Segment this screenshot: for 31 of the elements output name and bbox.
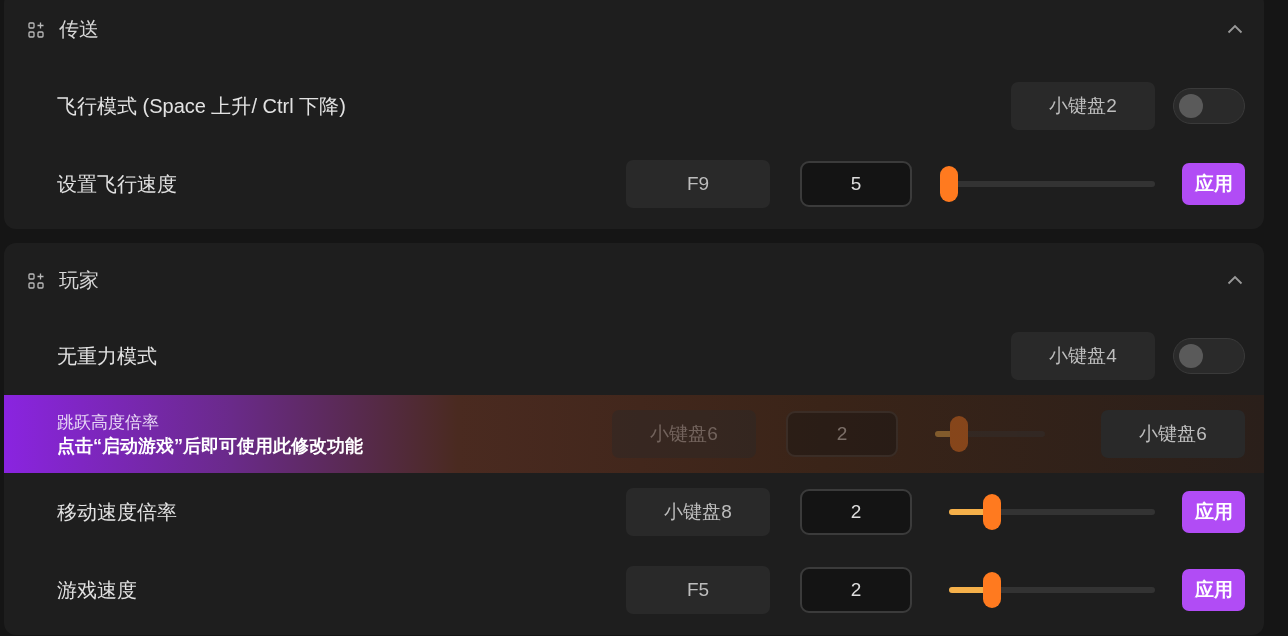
hotkey-button[interactable]: 小键盘2 bbox=[1011, 82, 1155, 130]
apply-button[interactable]: 应用 bbox=[1182, 491, 1245, 533]
value-field[interactable]: 2 bbox=[800, 567, 912, 613]
setting-label: 飞行模式 (Space 上升/ Ctrl 下降) bbox=[57, 93, 347, 119]
setting-label: 设置飞行速度 bbox=[57, 171, 178, 197]
section-title: 玩家 bbox=[59, 267, 100, 293]
section-title: 传送 bbox=[59, 16, 100, 42]
hotkey-button[interactable]: 小键盘4 bbox=[1011, 332, 1155, 380]
hotkey-button[interactable]: F5 bbox=[626, 566, 770, 614]
slider-thumb[interactable] bbox=[940, 166, 958, 202]
setting-label: 无重力模式 bbox=[57, 343, 158, 369]
value-field[interactable]: 2 bbox=[800, 489, 912, 535]
hotkey-button[interactable]: 小键盘8 bbox=[626, 488, 770, 536]
chevron-icon[interactable] bbox=[1227, 24, 1243, 34]
hotkey-button[interactable]: F9 bbox=[626, 160, 770, 208]
slider-thumb[interactable] bbox=[982, 572, 1001, 608]
apps-add-icon bbox=[28, 272, 45, 290]
apply-button[interactable]: 应用 bbox=[1182, 163, 1245, 205]
slider-thumb[interactable] bbox=[950, 416, 969, 452]
apps-add-icon bbox=[28, 21, 45, 39]
slider-thumb[interactable] bbox=[982, 494, 1001, 530]
value-field[interactable]: 5 bbox=[800, 161, 912, 207]
toggle-switch[interactable] bbox=[1173, 88, 1245, 124]
setting-label: 移动速度倍率 bbox=[57, 499, 178, 525]
apply-button[interactable]: 应用 bbox=[1182, 569, 1245, 611]
hint-text: 点击“启动游戏”后即可使用此修改功能 bbox=[57, 434, 364, 458]
setting-label: 游戏速度 bbox=[57, 577, 138, 603]
chevron-icon[interactable] bbox=[1227, 275, 1243, 285]
toggle-switch[interactable] bbox=[1173, 338, 1245, 374]
setting-label: 跳跃高度倍率 bbox=[57, 411, 160, 434]
hotkey-button[interactable]: 小键盘6 bbox=[1101, 410, 1245, 458]
